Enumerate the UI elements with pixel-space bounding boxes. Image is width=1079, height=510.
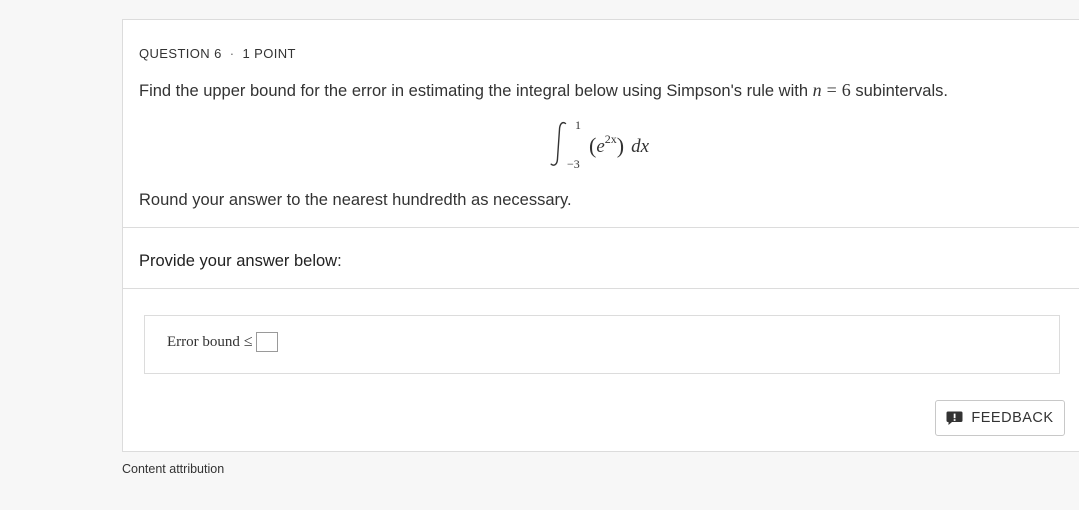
- prompt-text-before: Find the upper bound for the error in es…: [139, 82, 809, 100]
- prompt-number: 6: [841, 80, 851, 100]
- prompt-variable: n: [812, 80, 822, 100]
- integrand-base: e: [596, 136, 605, 157]
- question-header: QUESTION 6 · 1 POINT: [139, 46, 296, 61]
- answer-heading: Provide your answer below:: [139, 252, 342, 270]
- feedback-icon: [946, 411, 963, 425]
- header-separator: ·: [229, 46, 235, 61]
- answer-row: Error bound ≤: [167, 332, 278, 352]
- integrand-right-paren: ): [616, 133, 625, 158]
- integral-lower-limit: −3: [567, 157, 580, 171]
- prompt-text-after: subintervals.: [855, 82, 948, 100]
- integrand-exponent: 2x: [604, 131, 617, 146]
- question-card: QUESTION 6 · 1 POINT Find the upper bound …: [122, 19, 1079, 452]
- integral-differential: dx: [631, 136, 650, 157]
- error-bound-label: Error bound: [167, 333, 240, 350]
- rounding-instruction: Round your answer to the nearest hundred…: [139, 191, 572, 209]
- content-attribution-link[interactable]: Content attribution: [122, 462, 224, 476]
- answer-box: Error bound ≤: [144, 315, 1060, 374]
- question-prompt: Find the upper bound for the error in es…: [139, 80, 948, 101]
- question-points: 1 POINT: [242, 46, 296, 61]
- answer-input[interactable]: [255, 332, 278, 352]
- section-divider: [123, 227, 1079, 228]
- prompt-equals: =: [826, 80, 837, 100]
- integral-expression: 1 −3 (e2x) dx: [548, 114, 668, 174]
- integrand-left-paren: (: [589, 133, 597, 158]
- feedback-label: FEEDBACK: [971, 410, 1054, 426]
- question-number: QUESTION 6: [139, 46, 222, 61]
- integral-upper-limit: 1: [575, 118, 581, 132]
- section-divider: [123, 288, 1079, 289]
- integrand: (e2x) dx: [589, 132, 649, 158]
- feedback-button[interactable]: FEEDBACK: [935, 400, 1065, 436]
- less-equal-symbol: ≤: [243, 333, 253, 350]
